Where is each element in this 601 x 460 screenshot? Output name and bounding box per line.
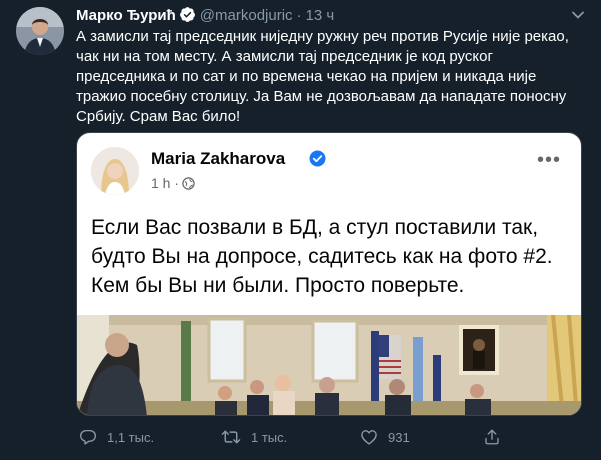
embedded-image-card[interactable]: Maria Zakharova 1 h · ••• Если Вас позва… bbox=[76, 132, 582, 416]
fb-post-text: Если Вас позвали в БД, а стул поставили … bbox=[91, 216, 553, 297]
reply-count: 1,1 тыс. bbox=[107, 429, 155, 445]
fb-author-avatar bbox=[91, 147, 139, 195]
tweet-text: А замисли тај председник ниједну ружну р… bbox=[76, 28, 569, 125]
reply-icon bbox=[79, 428, 97, 446]
reply-button[interactable]: 1,1 тыс. bbox=[79, 428, 154, 446]
like-icon bbox=[360, 428, 378, 446]
fb-verified-badge-icon bbox=[309, 150, 326, 172]
fb-more-options: ••• bbox=[536, 149, 561, 171]
header-separator: · bbox=[296, 7, 302, 24]
author-name[interactable]: Марко Ђурић bbox=[76, 7, 176, 24]
tweet-time[interactable]: 13 ч bbox=[306, 7, 335, 24]
verified-badge-icon bbox=[179, 6, 196, 27]
like-count: 931 bbox=[388, 429, 410, 445]
tweet-header: Марко Ђурић @markodjuric · 13 ч bbox=[76, 6, 586, 26]
share-icon bbox=[483, 428, 501, 446]
fb-post-time: 1 h bbox=[151, 175, 171, 191]
author-avatar[interactable] bbox=[16, 7, 64, 55]
globe-icon bbox=[182, 177, 195, 193]
fb-author-name: Maria Zakharova bbox=[151, 149, 286, 168]
tweet-actions: 1,1 тыс. 1 тыс. 931 bbox=[76, 426, 586, 450]
caret-down-icon[interactable] bbox=[569, 6, 587, 24]
retweet-count: 1 тыс. bbox=[251, 429, 288, 445]
retweet-icon bbox=[221, 428, 241, 446]
tweet[interactable]: Марко Ђурић @markodjuric · 13 ч А замисли т… bbox=[0, 0, 601, 460]
retweet-button[interactable]: 1 тыс. bbox=[221, 428, 287, 446]
oval-office-photo bbox=[77, 314, 581, 415]
share-button[interactable] bbox=[483, 428, 501, 446]
like-button[interactable]: 931 bbox=[360, 428, 410, 446]
author-handle[interactable]: @markodjuric bbox=[200, 7, 293, 24]
fb-meta-separator: · bbox=[174, 175, 180, 191]
fb-post-meta: 1 h · bbox=[151, 175, 195, 193]
